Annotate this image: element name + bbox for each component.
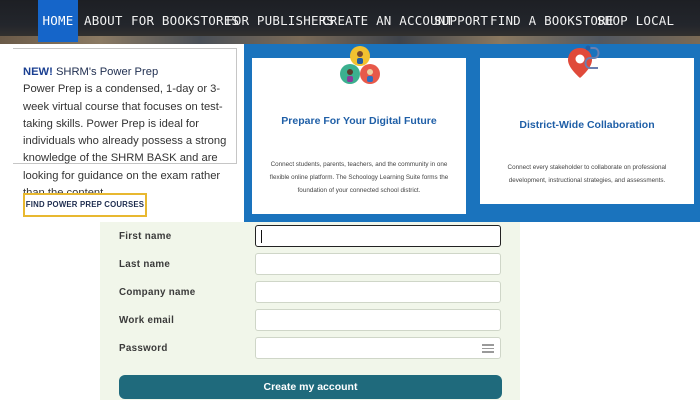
company-name-label: Company name xyxy=(119,287,196,298)
last-name-input[interactable] xyxy=(255,253,501,275)
nav-for-bookstores[interactable]: FOR BOOKSTORES xyxy=(131,0,239,42)
nav-create-account[interactable]: CREATE AN ACCOUNT xyxy=(322,0,453,42)
nav-home[interactable]: HOME xyxy=(38,0,78,42)
nav-for-publishers[interactable]: FOR PUBLISHERS xyxy=(226,0,334,42)
text-caret xyxy=(261,230,262,243)
password-input[interactable] xyxy=(255,337,501,359)
promo-description: Power Prep is a condensed, 1-day or 3-we… xyxy=(23,83,227,199)
nav-support[interactable]: SUPPORT xyxy=(434,0,488,42)
feature-card-collaboration[interactable]: District-Wide Collaboration Connect ever… xyxy=(480,45,694,204)
card-description: Connect students, parents, teachers, and… xyxy=(269,161,449,194)
password-manager-icon[interactable] xyxy=(482,344,494,353)
password-label: Password xyxy=(119,343,168,354)
work-email-label: Work email xyxy=(119,315,175,326)
company-name-input[interactable] xyxy=(255,281,501,303)
find-courses-button[interactable]: FIND POWER PREP COURSES xyxy=(23,193,147,217)
top-navigation: HOME ABOUT FOR BOOKSTORES FOR PUBLISHERS… xyxy=(0,0,700,44)
first-name-input[interactable] xyxy=(255,225,501,247)
nav-shop-local[interactable]: SHOP LOCAL xyxy=(597,0,674,42)
card-description: Connect every stakeholder to collaborate… xyxy=(507,164,667,184)
first-name-label: First name xyxy=(119,231,172,242)
last-name-label: Last name xyxy=(119,259,171,270)
card-title: Prepare For Your Digital Future xyxy=(281,115,437,127)
promo-title: SHRM's Power Prep xyxy=(55,66,159,78)
work-email-input[interactable] xyxy=(255,309,501,331)
nav-find-bookstore[interactable]: FIND A BOOKSTORE xyxy=(490,0,613,42)
nav-about[interactable]: ABOUT xyxy=(84,0,122,42)
new-badge: NEW! xyxy=(23,66,53,78)
create-account-button[interactable]: Create my account xyxy=(119,375,502,399)
feature-card-digital-future[interactable]: Prepare For Your Digital Future Connect … xyxy=(252,46,466,214)
people-circles-icon xyxy=(340,46,380,84)
promo-text: NEW! SHRM's Power Prep Power Prep is a c… xyxy=(23,64,245,202)
card-title: District-Wide Collaboration xyxy=(519,119,655,131)
map-pin-route-icon xyxy=(568,45,600,78)
